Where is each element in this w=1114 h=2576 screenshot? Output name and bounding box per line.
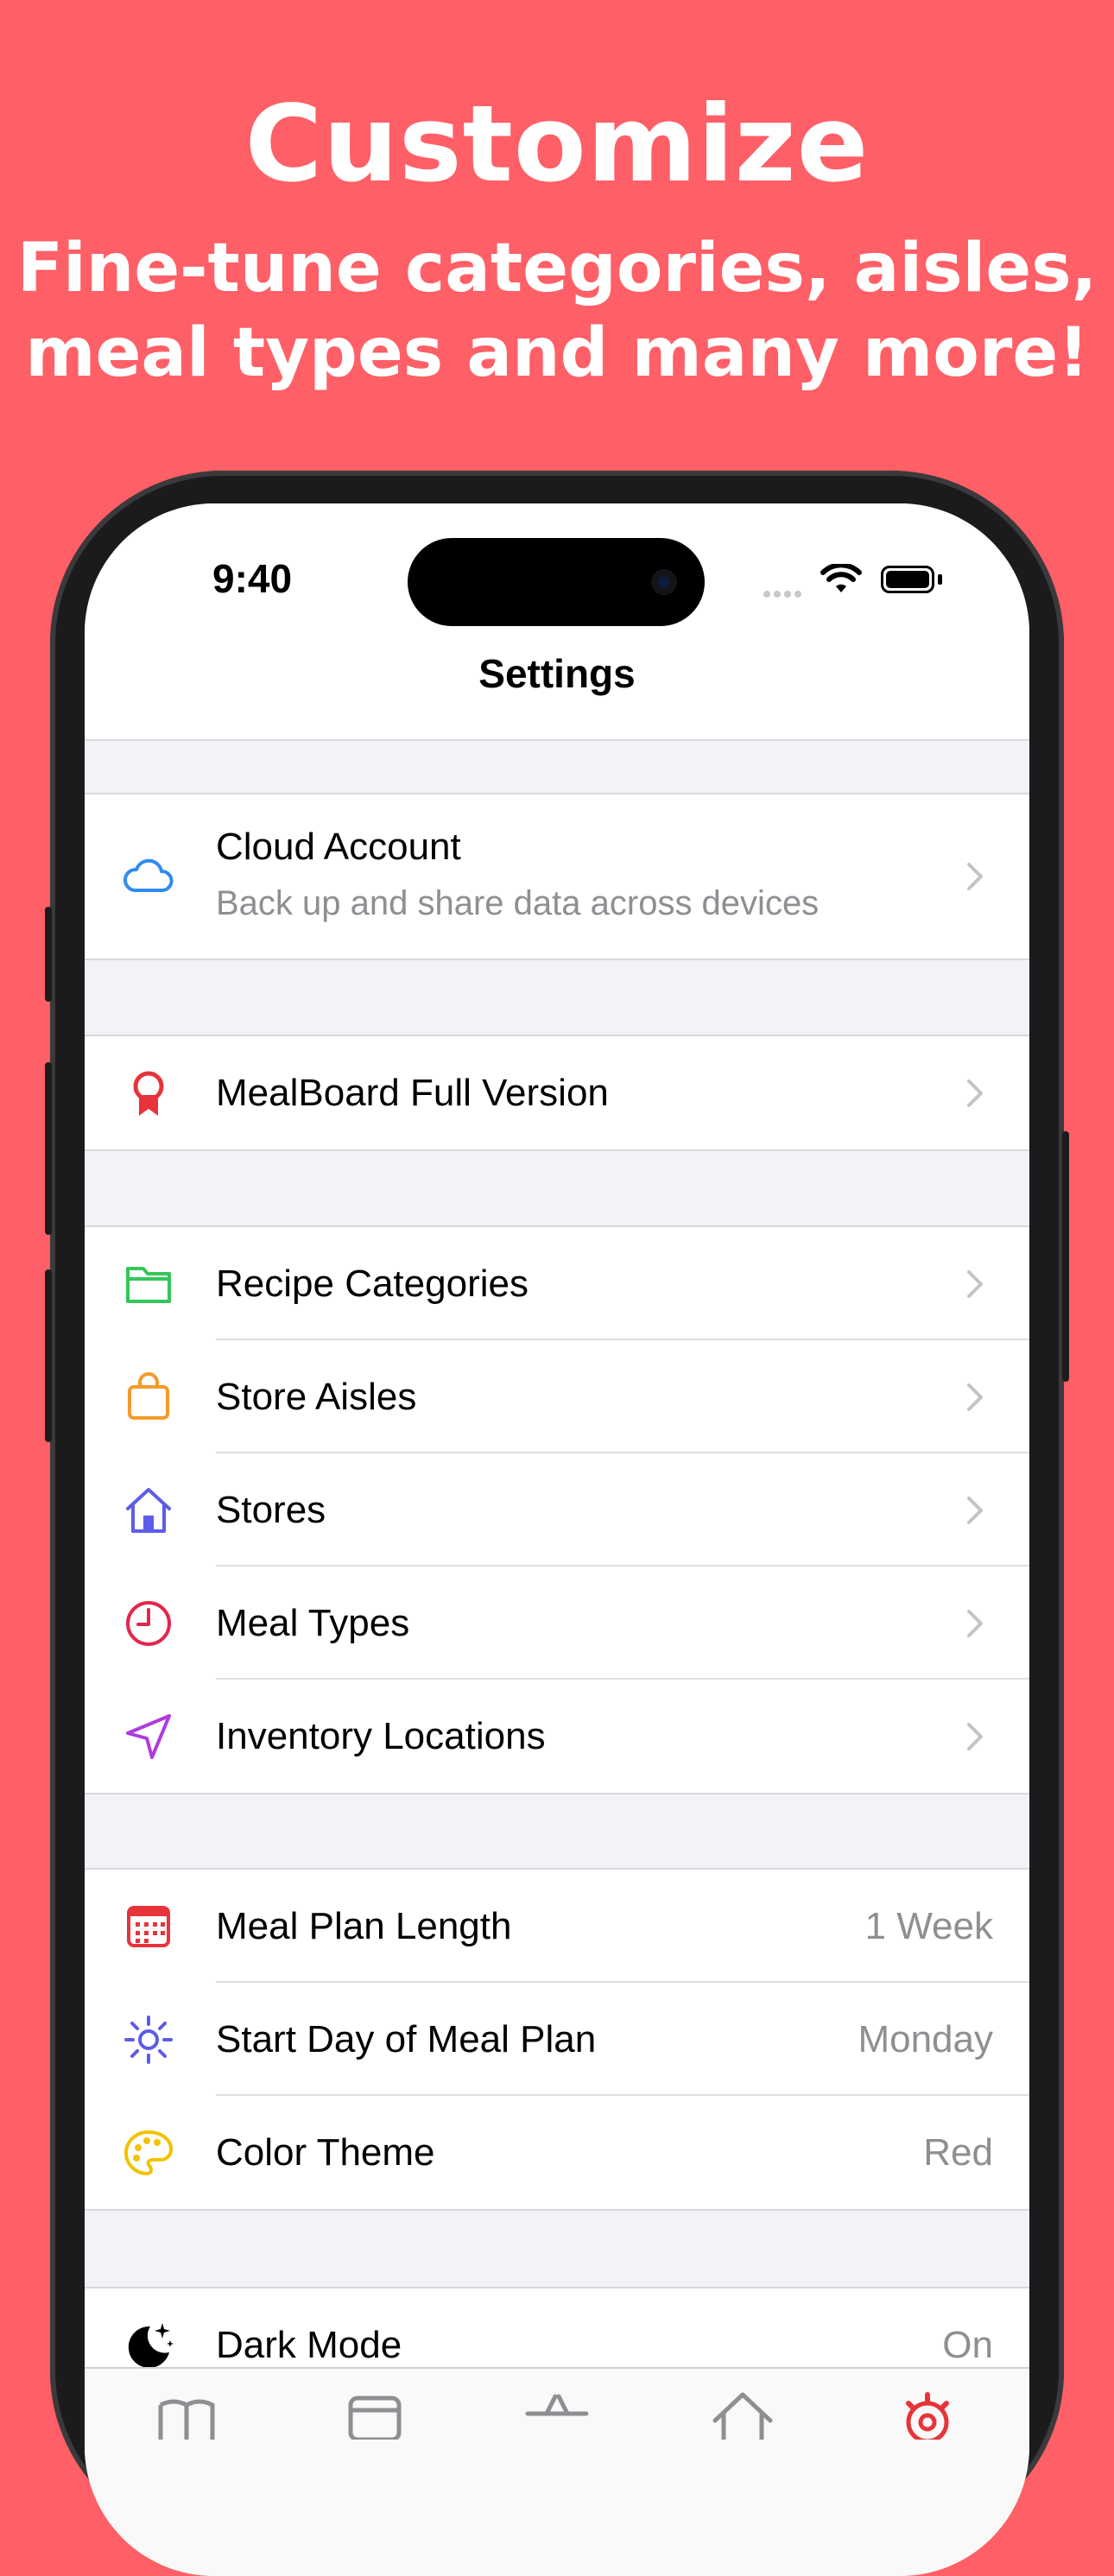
tab-settings-gear-icon[interactable] [893,2388,962,2440]
tab-shopping-basket-icon[interactable] [522,2388,592,2440]
house-icon [126,1487,171,1533]
store-aisles-row[interactable]: Store Aisles [85,1340,1029,1453]
promo-subhead-line-1: Fine-tune categories, aisles, [16,230,1098,307]
tab-planner-calendar-icon[interactable] [340,2388,409,2440]
phone-side-button [45,907,52,1002]
tab-pantry-house-icon[interactable] [708,2388,777,2440]
phone-side-button [45,1062,52,1235]
promo-subhead: Fine-tune categories, aisles, meal types… [0,226,1114,396]
meal-plan-group: Meal Plan Length 1 Week Start Day of Mea… [85,1868,1029,2211]
clock-icon [126,1600,171,1646]
start-day-row[interactable]: Start Day of Meal Plan Monday [85,1983,1029,2096]
location-arrow-icon [126,1713,171,1759]
sun-icon [124,2015,173,2064]
phone-power-button [1062,1131,1069,1382]
upgrade-group: MealBoard Full Version [85,1035,1029,1151]
chevron-right-icon [967,1609,983,1637]
recipe-categories-label: Recipe Categories [216,1262,529,1305]
camera-icon [651,569,677,595]
chevron-right-icon [967,1722,983,1750]
cellular-signal-icon [763,586,805,602]
cloud-account-label: Cloud Account [216,826,461,868]
start-day-value: Monday [858,2017,993,2060]
cloud-account-subtitle: Back up and share data across devices [216,884,820,922]
color-theme-label: Color Theme [216,2130,435,2174]
battery-icon [881,566,934,593]
cloud-account-group: Cloud Account Back up and share data acr… [85,793,1029,960]
dark-mode-label: Dark Mode [216,2323,402,2366]
page-title: Settings [478,651,636,696]
inventory-locations-row[interactable]: Inventory Locations [85,1680,1029,1793]
meal-plan-length-row[interactable]: Meal Plan Length 1 Week [85,1870,1029,1983]
wifi-icon [820,564,862,592]
navigation-bar: Settings [85,633,1029,741]
battery-cap [938,574,942,585]
promo-headline: Customize [244,83,870,206]
moon-stars-icon [128,2322,174,2368]
dynamic-island [408,538,705,626]
cloud-account-row[interactable]: Cloud Account Back up and share data acr… [85,794,1029,959]
chevron-right-icon [967,1269,983,1298]
customize-group: Recipe Categories Store Aisles Stores Me… [85,1225,1029,1794]
full-version-label: MealBoard Full Version [216,1071,609,1114]
store-aisles-label: Store Aisles [216,1375,417,1418]
cloud-icon [123,858,174,892]
recipe-categories-row[interactable]: Recipe Categories [85,1227,1029,1340]
bag-icon [128,1371,169,1420]
palette-icon [124,2130,173,2175]
calendar-icon [127,1905,170,1947]
meal-plan-length-value: 1 Week [864,1904,993,1947]
meal-plan-length-label: Meal Plan Length [216,1904,512,1947]
promo-subhead-line-2: meal types and many more! [25,314,1089,392]
tab-recipes-book-icon[interactable] [152,2388,221,2440]
color-theme-value: Red [923,2130,993,2174]
meal-types-row[interactable]: Meal Types [85,1566,1029,1680]
full-version-row[interactable]: MealBoard Full Version [85,1036,1029,1149]
chevron-right-icon [967,1079,983,1107]
chevron-right-icon [967,863,983,890]
inventory-locations-label: Inventory Locations [216,1714,546,1757]
ribbon-icon [133,1071,164,1116]
folder-icon [126,1266,171,1303]
stores-label: Stores [216,1488,326,1531]
status-time: 9:40 [212,556,293,601]
stores-row[interactable]: Stores [85,1453,1029,1566]
dark-mode-value: On [942,2323,993,2366]
chevron-right-icon [967,1383,983,1411]
phone-side-button [45,1269,52,1442]
tab-bar [85,2367,1029,2576]
status-bar: 9:40 [85,503,1029,633]
meal-types-label: Meal Types [216,1601,410,1644]
color-theme-row[interactable]: Color Theme Red [85,2096,1029,2209]
start-day-label: Start Day of Meal Plan [216,2017,597,2060]
chevron-right-icon [967,1496,983,1524]
phone-screen: 9:40 Settings Cloud Account Back up and … [85,503,1029,2576]
